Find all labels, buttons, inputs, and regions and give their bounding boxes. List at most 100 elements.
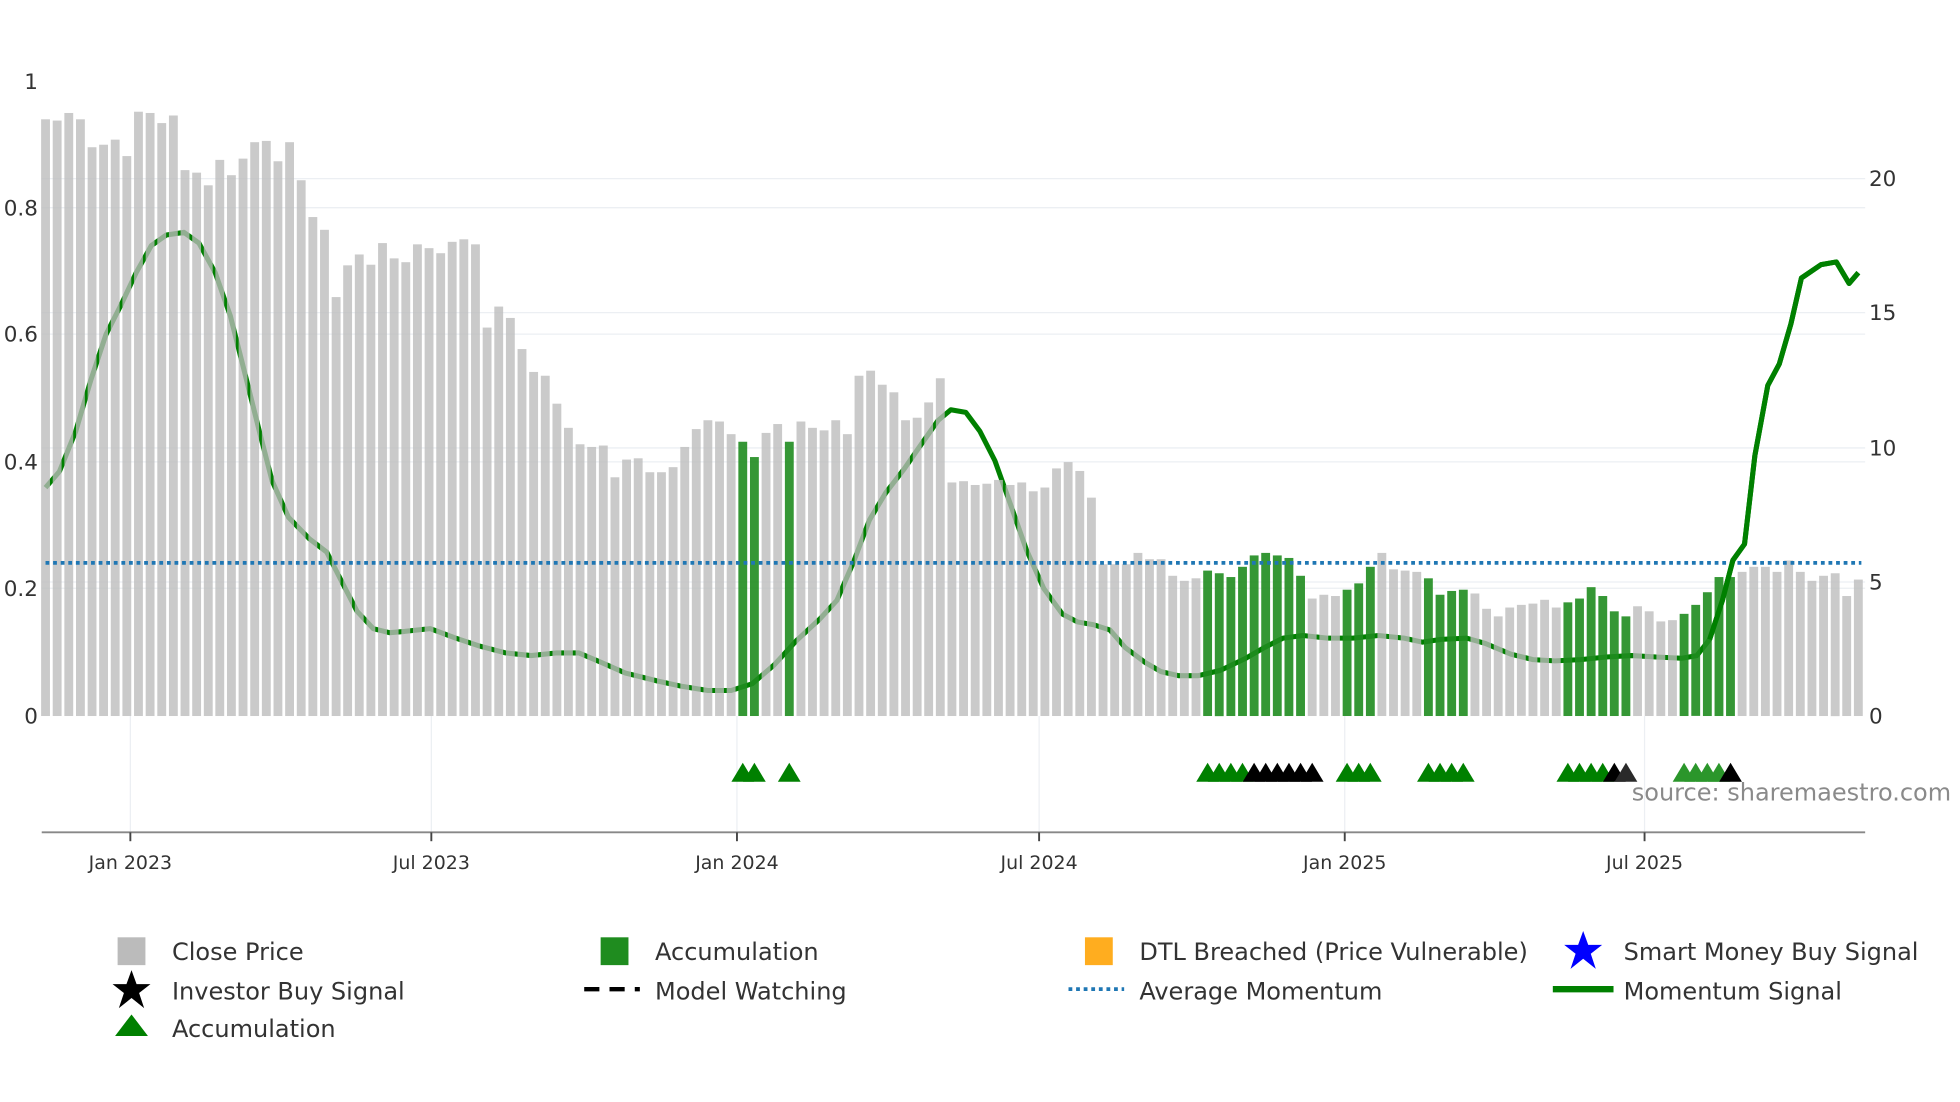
close-price-bar bbox=[831, 420, 841, 717]
close-price-bar bbox=[1098, 564, 1108, 717]
accumulation-triangle-icon bbox=[777, 762, 801, 782]
y-left-tick: 0.2 bbox=[4, 577, 38, 602]
close-price-bar bbox=[389, 258, 399, 717]
legend-label: Average Momentum bbox=[1139, 977, 1382, 1005]
accumulation-bar bbox=[1238, 566, 1247, 717]
legend-label: Accumulation bbox=[172, 1015, 336, 1043]
momentum-chart: 0 0.2 0.4 0.6 0.8 1 0 5 10 15 20 Jan 202… bbox=[4, 70, 1951, 1043]
x-tick-label: Jul 2025 bbox=[1605, 852, 1683, 874]
close-price-bar bbox=[970, 484, 980, 717]
close-price-bar bbox=[610, 477, 620, 717]
y-right-tick: 5 bbox=[1869, 571, 1883, 596]
close-price-bar bbox=[41, 119, 50, 717]
accumulation-bar bbox=[1365, 566, 1375, 717]
close-price-bar bbox=[1121, 564, 1131, 717]
accumulation-bar bbox=[1563, 602, 1573, 717]
close-price-bar bbox=[552, 403, 562, 717]
close-price-bar bbox=[459, 239, 469, 717]
close-price-bar bbox=[947, 482, 957, 717]
close-price-bar bbox=[285, 142, 294, 717]
close-price-bar bbox=[168, 115, 178, 717]
close-price-bar bbox=[1400, 570, 1410, 717]
close-price-bar bbox=[889, 392, 899, 717]
close-price-bar bbox=[924, 402, 934, 717]
close-price-bar bbox=[645, 472, 655, 717]
black-star-icon bbox=[112, 970, 151, 1009]
accumulation-bar bbox=[1458, 589, 1468, 717]
close-price-bar bbox=[261, 140, 271, 717]
close-price-bar bbox=[1110, 564, 1120, 717]
accumulation-bar bbox=[1261, 552, 1271, 717]
accumulation-bar bbox=[749, 457, 759, 717]
close-price-bar bbox=[215, 159, 225, 717]
close-price-bar bbox=[505, 317, 515, 717]
legend-label: Investor Buy Signal bbox=[172, 977, 405, 1005]
close-price-bar bbox=[1331, 596, 1340, 717]
close-price-bar bbox=[1540, 599, 1550, 717]
close-price-bar bbox=[1377, 552, 1387, 717]
accumulation-bar bbox=[738, 441, 748, 717]
y-left-tick: 0.4 bbox=[4, 450, 38, 475]
y-right-tick: 15 bbox=[1869, 301, 1896, 326]
close-price-bar bbox=[598, 445, 608, 717]
legend-label: Momentum Signal bbox=[1624, 977, 1842, 1005]
close-price-bar bbox=[633, 458, 643, 717]
close-price-bar bbox=[296, 180, 306, 717]
close-price-bar bbox=[1516, 604, 1526, 716]
accumulation-bar bbox=[1598, 596, 1608, 717]
right-y-axis: 0 5 10 15 20 bbox=[1869, 167, 1896, 729]
y-left-tick: 0.8 bbox=[4, 196, 38, 221]
close-price-bar bbox=[1737, 571, 1747, 717]
accumulation-bar bbox=[1575, 598, 1584, 717]
close-price-bar bbox=[1795, 571, 1805, 717]
close-price-bar bbox=[145, 112, 155, 717]
close-price-bar bbox=[866, 370, 876, 717]
close-price-bar bbox=[226, 175, 236, 717]
close-price-bar bbox=[1772, 571, 1782, 717]
signal-markers bbox=[731, 762, 1742, 782]
dtl-swatch-icon bbox=[1084, 937, 1113, 966]
close-price-bar bbox=[1179, 580, 1189, 717]
y-right-tick: 10 bbox=[1869, 437, 1896, 462]
close-price-bar bbox=[622, 459, 631, 717]
close-price-bar bbox=[1784, 560, 1794, 717]
close-price-bar bbox=[64, 112, 74, 717]
y-right-tick: 0 bbox=[1869, 705, 1883, 730]
close-price-bar bbox=[819, 430, 829, 717]
accumulation-bar bbox=[1702, 592, 1712, 717]
close-price-bar bbox=[203, 185, 213, 717]
accumulation-bar bbox=[1435, 594, 1445, 717]
close-price-bar bbox=[157, 123, 167, 717]
close-price-bar bbox=[424, 248, 434, 717]
close-price-bar bbox=[447, 241, 457, 717]
close-price-bar bbox=[912, 417, 922, 717]
x-tick-label: Jul 2024 bbox=[1000, 852, 1078, 874]
legend-label: Smart Money Buy Signal bbox=[1624, 938, 1919, 966]
accumulation-bar bbox=[1691, 604, 1701, 716]
close-price-bar bbox=[52, 120, 62, 717]
accumulation-bar bbox=[1423, 578, 1433, 717]
legend-item-smart-money: Smart Money Buy Signal bbox=[1564, 930, 1919, 969]
close-price-bar bbox=[1168, 575, 1178, 717]
close-price-bar bbox=[1853, 579, 1863, 717]
close-price-bar bbox=[1644, 611, 1654, 717]
legend-item-accumulation-marker: Accumulation bbox=[115, 1014, 336, 1043]
close-price-bar bbox=[761, 432, 771, 717]
close-price-bar bbox=[1028, 491, 1038, 717]
close-price-bar bbox=[1307, 598, 1317, 717]
legend-item-momentum-signal: Momentum Signal bbox=[1552, 977, 1842, 1005]
close-price-bar bbox=[796, 421, 806, 717]
source-credit: source: sharemaestro.com bbox=[1632, 779, 1951, 807]
close-price-bar bbox=[1807, 580, 1817, 717]
accumulation-bar bbox=[1621, 616, 1631, 717]
x-gridlines bbox=[129, 716, 1646, 833]
close-price-bar bbox=[378, 243, 387, 717]
legend-label: DTL Breached (Price Vulnerable) bbox=[1139, 938, 1528, 966]
close-price-bar bbox=[192, 172, 202, 717]
close-price-bar bbox=[657, 472, 666, 717]
accumulation-bar bbox=[1726, 577, 1735, 717]
close-price-bar bbox=[436, 253, 446, 717]
close-price-swatch-icon bbox=[117, 937, 146, 966]
legend: Close Price Accumulation DTL Breached (P… bbox=[112, 930, 1919, 1043]
close-price-bar bbox=[250, 142, 260, 717]
